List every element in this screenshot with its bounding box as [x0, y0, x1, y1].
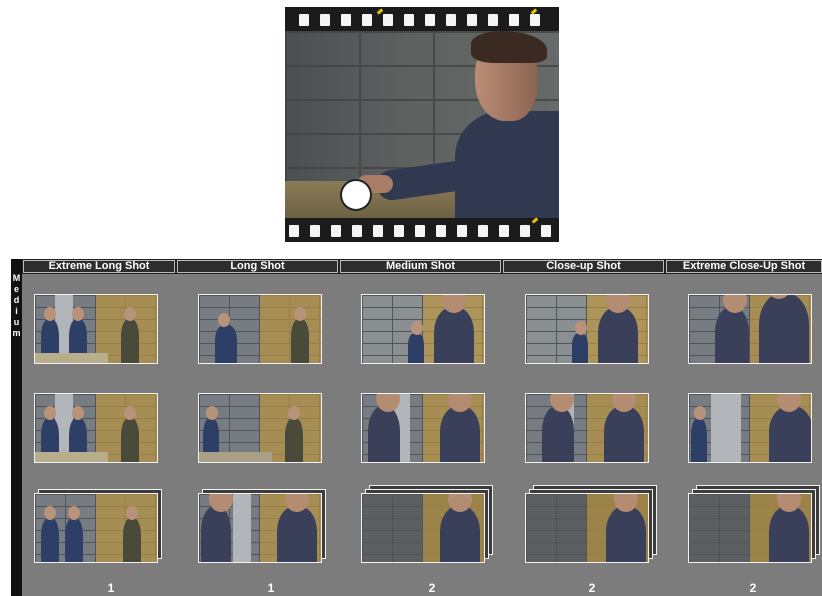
column-header-close-up-shot[interactable]: Close-up Shot — [503, 260, 664, 273]
preview-frame-image[interactable] — [285, 31, 559, 218]
shot-count: 2 — [428, 581, 436, 595]
shot-stack[interactable] — [688, 485, 820, 567]
column-header-long-shot[interactable]: Long Shot — [177, 260, 338, 273]
shot-thumbnail[interactable] — [34, 294, 158, 364]
column-header-medium-shot[interactable]: Medium Shot — [340, 260, 501, 273]
row-label-medium: M e d i u m — [11, 259, 22, 596]
film-perforations-bottom — [285, 217, 559, 242]
shot-count: 1 — [267, 581, 275, 595]
shot-thumbnail[interactable] — [361, 294, 485, 364]
shot-thumbnail[interactable] — [525, 393, 649, 463]
shot-stack[interactable] — [34, 489, 162, 567]
shot-thumbnail[interactable] — [34, 393, 158, 463]
shot-stack[interactable] — [361, 485, 493, 567]
shot-thumbnail[interactable] — [688, 294, 812, 364]
shot-thumbnail[interactable] — [198, 393, 322, 463]
shot-count: 2 — [588, 581, 596, 595]
film-perforations-top — [285, 7, 559, 31]
preview-film-strip — [285, 7, 559, 242]
shot-count: 1 — [107, 581, 115, 595]
shot-thumbnail[interactable] — [688, 393, 812, 463]
shot-stack[interactable] — [198, 489, 326, 567]
shot-thumbnail[interactable] — [198, 294, 322, 364]
shot-storyboard-grid: M e d i u m Extreme Long Shot Long Shot … — [11, 259, 822, 596]
shot-count: 2 — [749, 581, 757, 595]
shot-thumbnail[interactable] — [525, 294, 649, 364]
column-header-extreme-long-shot[interactable]: Extreme Long Shot — [23, 260, 175, 273]
shot-thumbnail[interactable] — [361, 393, 485, 463]
column-header-extreme-close-up-shot[interactable]: Extreme Close-Up Shot — [666, 260, 822, 273]
shot-stack[interactable] — [525, 485, 657, 567]
